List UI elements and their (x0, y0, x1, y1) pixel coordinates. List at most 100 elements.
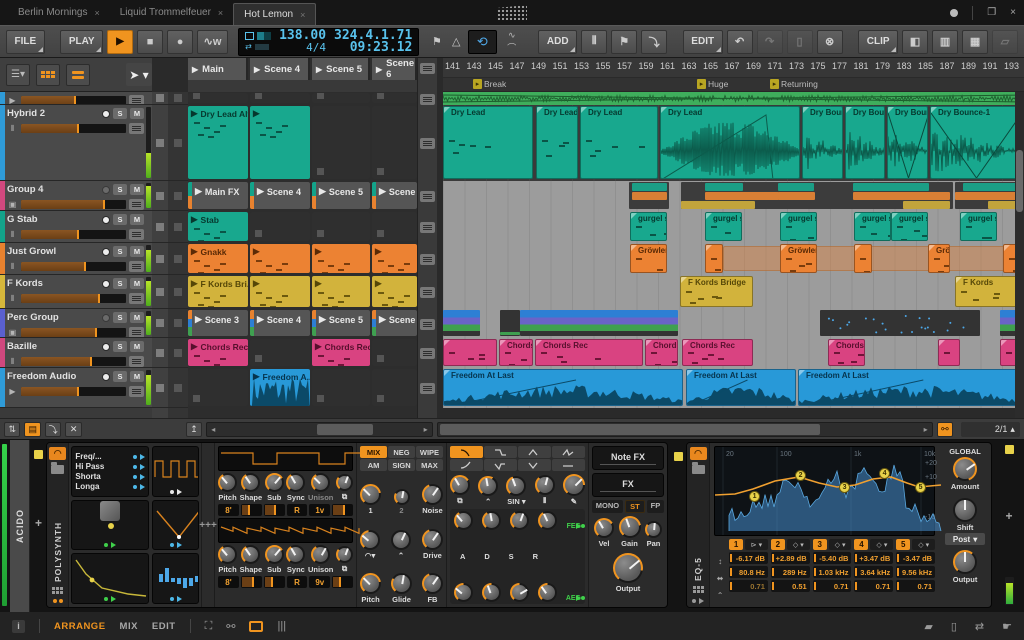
icon-knob[interactable] (510, 511, 529, 530)
loop-button[interactable]: ⟲ (468, 30, 497, 54)
band-number[interactable]: 4 (854, 539, 868, 550)
env-mod-slot[interactable] (152, 500, 199, 551)
pitch-knob[interactable] (218, 545, 237, 564)
unison-knob[interactable] (311, 473, 330, 492)
follow-down-icon[interactable]: ⤵ (45, 422, 61, 437)
maximize-button[interactable]: ❐ (987, 7, 996, 18)
clip-stop-button[interactable] (174, 384, 182, 392)
drive-knob[interactable] (422, 529, 443, 550)
filter-type-button-4[interactable] (552, 446, 585, 458)
shrink-clip-icon[interactable]: ▥ (932, 30, 958, 54)
tab-close-icon[interactable]: × (300, 10, 305, 20)
scene-header-scene-4[interactable]: ▶Scene 4 (250, 58, 310, 80)
curve-mod-slot[interactable] (71, 553, 149, 604)
osc-value-box[interactable]: R (287, 504, 308, 516)
record-arm-button[interactable] (102, 373, 110, 381)
clip-play-icon[interactable]: ▶ (191, 278, 198, 289)
clip-play-icon[interactable]: ▶ (191, 341, 198, 352)
record-arm-button[interactable] (102, 110, 110, 118)
arranger-clip[interactable]: gurgel stal (630, 212, 667, 241)
2-knob[interactable] (394, 489, 410, 505)
clip-play-icon[interactable]: ▶ (191, 246, 198, 257)
scene-header-scene-6[interactable]: ▶Scene 6 (372, 58, 417, 80)
punch-icon[interactable]: ⚑ (429, 35, 444, 48)
mute-button[interactable]: M (130, 246, 144, 257)
track-volume-fader[interactable] (21, 230, 126, 239)
osc-value-box[interactable]: 1v (309, 504, 330, 516)
playback-follow-icon[interactable]: ⚑ (611, 30, 637, 54)
clip-slot[interactable]: ▶ (312, 276, 370, 307)
mix-mode-wipe[interactable]: WIPE (416, 446, 443, 458)
clip-stop-button[interactable] (174, 288, 182, 296)
track-volume-fader[interactable] (21, 328, 126, 337)
row-menu-button[interactable] (420, 319, 435, 330)
mix-mode-mix[interactable]: MIX (360, 446, 387, 458)
mod-route-icon[interactable] (692, 598, 704, 603)
arranger-clip[interactable] (705, 244, 723, 273)
band-gain-value[interactable]: +3.47 dB (854, 552, 893, 564)
sub-knob[interactable] (265, 545, 284, 564)
cue-marker-huge[interactable]: ▸Huge (697, 79, 728, 89)
track-menu-button[interactable] (129, 199, 144, 210)
clip-slot[interactable] (372, 212, 417, 241)
clip-slot[interactable] (250, 93, 310, 103)
add-button[interactable]: ADD (538, 30, 577, 54)
output-knob[interactable] (613, 553, 643, 583)
track-group-4[interactable]: Group 4SM▣ (0, 181, 152, 211)
file-icon[interactable]: ▯ (951, 620, 957, 633)
row-menu-button[interactable] (420, 222, 435, 233)
dual-row-toggle[interactable]: ▤ (24, 422, 40, 437)
band-gain-value[interactable]: -5.40 dB (813, 552, 852, 564)
arranger-row[interactable]: Freedom At LastFreedom At LastFreedom At… (443, 368, 1024, 408)
mix-mode-max[interactable]: MAX (416, 459, 443, 471)
clip-slot[interactable] (250, 212, 310, 241)
mod-entry[interactable]: Longa (75, 482, 145, 491)
record-button[interactable]: ● (167, 30, 193, 54)
clip-slot[interactable]: ▶Scene 6 (372, 310, 417, 336)
track-menu-button[interactable] (129, 356, 144, 367)
track-list-menu-button[interactable]: ☰▾ (6, 64, 30, 86)
arranger-clip[interactable]: Dry Lead (536, 106, 578, 179)
fb-knob[interactable] (422, 573, 443, 594)
clip-slot[interactable] (312, 212, 370, 241)
clip-slot[interactable]: ▶Scene 3 (188, 310, 248, 336)
track-volume-fader[interactable] (21, 294, 126, 303)
cue-marker-returning[interactable]: ▸Returning (770, 79, 818, 89)
clip-slot[interactable] (250, 339, 310, 366)
track-menu-button[interactable] (129, 229, 144, 240)
edit-menu-button[interactable]: EDIT (683, 30, 723, 54)
arranger-clip[interactable]: Chords Rec (499, 339, 533, 366)
clip-stop-button[interactable] (156, 349, 164, 357)
clip-slot[interactable]: ▶Freedom A... (250, 369, 310, 406)
arranger-clip[interactable]: gurgel stal (705, 212, 742, 241)
mix-mode-sign[interactable]: SIGN (388, 459, 415, 471)
track-menu-button[interactable] (129, 261, 144, 272)
1-knob[interactable] (360, 484, 381, 505)
undo-button[interactable]: ↶ (727, 30, 753, 54)
band-gain-value[interactable]: -3.47 dB (896, 552, 935, 564)
track-menu-button[interactable] (129, 386, 144, 397)
clip-slot[interactable]: ▶Scene 5 (312, 182, 370, 209)
clip-slot[interactable]: ▶ (372, 244, 417, 273)
fill-icon[interactable]: ⌒ (501, 42, 523, 53)
redo-button[interactable]: ↷ (757, 30, 783, 54)
modulators-icon[interactable] (53, 599, 63, 603)
clip-stop-button[interactable] (174, 255, 182, 263)
mix-mode-am[interactable]: AM (360, 459, 387, 471)
track-menu-button[interactable] (129, 123, 144, 134)
clip-slot[interactable]: ▶Gnakk (188, 244, 248, 273)
band-q-value[interactable]: 0.51 (771, 580, 810, 592)
clip-stop-button[interactable] (156, 384, 164, 392)
device-header-icon[interactable]: ◠ (49, 447, 66, 460)
✎-knob[interactable] (563, 474, 585, 496)
mod-entry[interactable]: Freq/... (75, 452, 145, 461)
cue-marker-lane[interactable]: ▸Break ▸Huge ▸Returning (443, 78, 1024, 92)
clip-play-icon[interactable]: ▶ (191, 214, 198, 225)
add-instrument-icon[interactable]: ⫴ (581, 30, 607, 54)
eq-output-knob[interactable] (953, 550, 977, 574)
clip-stop-button[interactable] (174, 319, 182, 327)
unison-knob[interactable] (311, 545, 330, 564)
cue-marker-break[interactable]: ▸Break (473, 79, 506, 89)
mute-button[interactable]: M (130, 341, 144, 352)
icon-knob[interactable] (482, 511, 501, 530)
